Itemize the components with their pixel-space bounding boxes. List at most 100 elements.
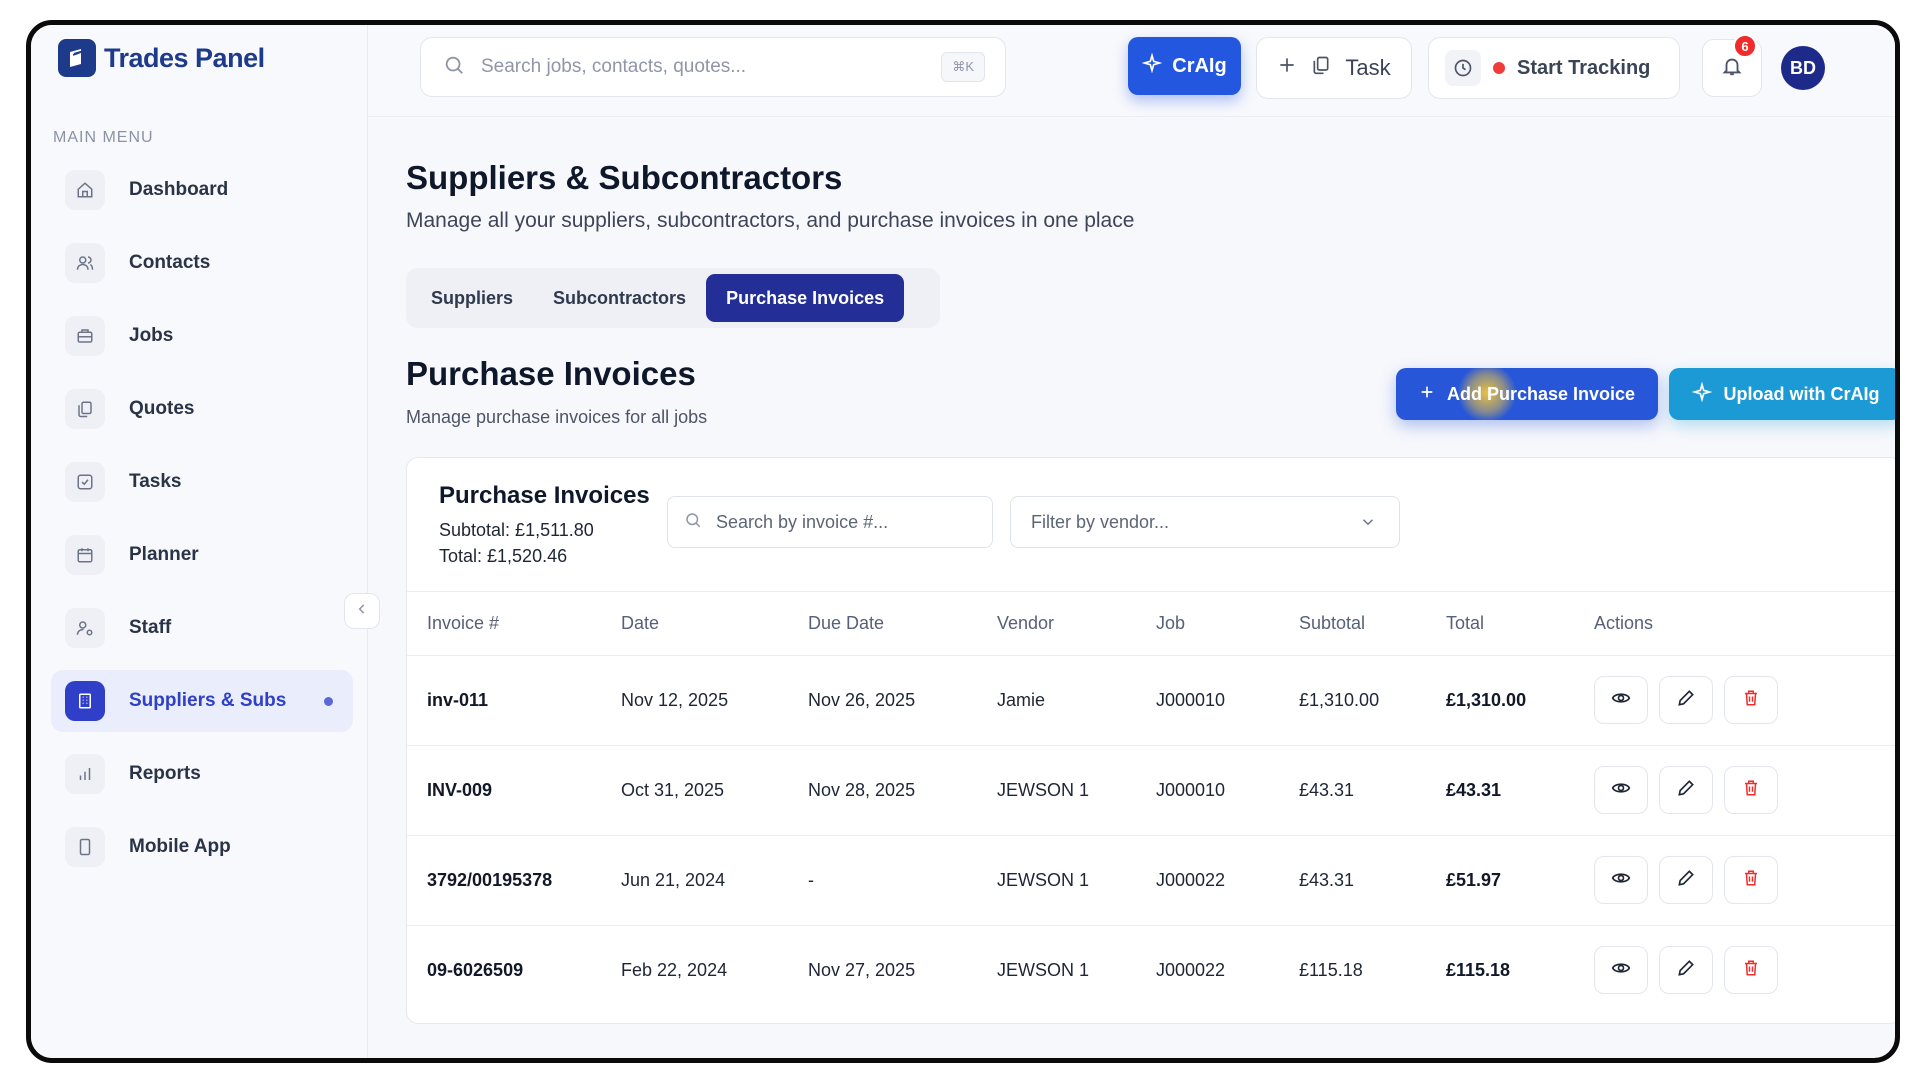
upload-label: Upload with CrAIg — [1723, 383, 1880, 404]
documents-icon — [65, 389, 105, 429]
new-task-button[interactable]: Task — [1256, 37, 1412, 99]
invoice-search-placeholder: Search by invoice #... — [716, 511, 889, 532]
column-header-subtotal[interactable]: Subtotal — [1299, 592, 1446, 655]
sidebar-item-reports[interactable]: Reports — [51, 743, 353, 805]
total: £51.97 — [1446, 869, 1502, 890]
sidebar-item-label: Planner — [129, 544, 199, 565]
brand-logo[interactable]: Trades Panel — [58, 39, 265, 77]
pencil-icon — [1676, 868, 1696, 893]
logo-icon — [58, 39, 96, 77]
global-search-input[interactable]: Search jobs, contacts, quotes... ⌘K — [420, 37, 1006, 97]
vendor: JEWSON 1 — [997, 779, 1090, 800]
edit-button[interactable] — [1659, 676, 1713, 724]
total: £43.31 — [1446, 779, 1502, 800]
sidebar-item-dashboard[interactable]: Dashboard — [51, 159, 353, 221]
table-row[interactable]: 09-6026509 Feb 22, 2024 Nov 27, 2025 JEW… — [407, 925, 1895, 1015]
view-button[interactable] — [1594, 946, 1648, 995]
sidebar-item-label: Suppliers & Subs — [129, 690, 287, 711]
page-title: Suppliers & Subcontractors — [406, 159, 843, 196]
user-avatar[interactable]: BD — [1781, 46, 1825, 90]
sidebar-item-staff[interactable]: Staff — [51, 597, 353, 659]
user-settings-icon — [65, 608, 105, 648]
eye-icon — [1611, 958, 1631, 983]
column-header-invoice[interactable]: Invoice # — [407, 592, 621, 655]
job: J000010 — [1156, 779, 1226, 800]
edit-button[interactable] — [1659, 766, 1713, 814]
search-placeholder: Search jobs, contacts, quotes... — [481, 56, 747, 77]
invoice-date: Feb 22, 2024 — [621, 959, 728, 980]
building-icon — [65, 681, 105, 721]
invoice-number: 09-6026509 — [427, 959, 524, 980]
invoice-number: 3792/00195378 — [427, 869, 553, 890]
view-button[interactable] — [1594, 676, 1648, 724]
column-header-total[interactable]: Total — [1446, 592, 1594, 655]
column-header-date[interactable]: Date — [621, 592, 808, 655]
table-row[interactable]: INV-009 Oct 31, 2025 Nov 28, 2025 JEWSON… — [407, 745, 1895, 835]
top-bar: Search jobs, contacts, quotes... ⌘K CrAI… — [368, 25, 1895, 117]
vendor: JEWSON 1 — [997, 959, 1090, 980]
delete-button[interactable] — [1724, 766, 1778, 814]
tab-purchase-invoices[interactable]: Purchase Invoices — [706, 274, 905, 322]
sidebar-item-planner[interactable]: Planner — [51, 524, 353, 586]
delete-button[interactable] — [1724, 676, 1778, 724]
tracking-label: Start Tracking — [1517, 56, 1651, 79]
subtotal-summary: Subtotal: £1,511.80 — [439, 520, 594, 540]
sidebar-item-quotes[interactable]: Quotes — [51, 378, 353, 440]
sidebar-item-contacts[interactable]: Contacts — [51, 232, 353, 294]
clipboard-icon — [1311, 54, 1331, 82]
craig-label: CrAIg — [1172, 54, 1227, 77]
table-row[interactable]: 3792/00195378 Jun 21, 2024 - JEWSON 1 J0… — [407, 835, 1895, 925]
craig-button[interactable]: CrAIg — [1128, 37, 1241, 95]
sidebar: Trades Panel MAIN MENU Dashboard Contact… — [31, 25, 368, 1058]
collapse-sidebar-button[interactable] — [344, 593, 380, 629]
tab-bar: Suppliers Subcontractors Purchase Invoic… — [406, 268, 940, 328]
notifications-button[interactable]: 6 — [1702, 34, 1762, 97]
search-icon — [443, 54, 465, 81]
notification-count-badge: 6 — [1733, 34, 1757, 58]
sidebar-item-label: Staff — [129, 617, 172, 638]
edit-button[interactable] — [1659, 946, 1713, 995]
tab-subcontractors[interactable]: Subcontractors — [533, 274, 706, 322]
search-icon — [684, 511, 702, 534]
vendor-filter-placeholder: Filter by vendor... — [1031, 511, 1170, 532]
view-button[interactable] — [1594, 856, 1648, 904]
invoice-number: inv-011 — [427, 689, 489, 710]
briefcase-icon — [65, 316, 105, 356]
add-invoice-label: Add Purchase Invoice — [1446, 383, 1636, 404]
sidebar-item-suppliers-subs[interactable]: Suppliers & Subs — [51, 670, 353, 732]
active-indicator — [324, 697, 333, 706]
sidebar-item-mobile-app[interactable]: Mobile App — [51, 816, 353, 878]
job: J000022 — [1156, 959, 1226, 980]
pencil-icon — [1676, 778, 1696, 803]
table-header-row: Invoice # Date Due Date Vendor Job Subto… — [407, 592, 1895, 655]
sidebar-item-tasks[interactable]: Tasks — [51, 451, 353, 513]
pencil-icon — [1676, 688, 1696, 713]
invoice-date: Jun 21, 2024 — [621, 869, 726, 890]
tab-suppliers[interactable]: Suppliers — [411, 274, 533, 322]
column-header-vendor[interactable]: Vendor — [997, 592, 1156, 655]
plus-icon — [1277, 55, 1297, 81]
add-purchase-invoice-button[interactable]: Add Purchase Invoice — [1396, 368, 1658, 420]
sidebar-item-jobs[interactable]: Jobs — [51, 305, 353, 367]
column-header-due-date[interactable]: Due Date — [808, 592, 997, 655]
keyboard-shortcut-badge: ⌘K — [941, 52, 985, 82]
table-row[interactable]: inv-011 Nov 12, 2025 Nov 26, 2025 Jamie … — [407, 655, 1895, 745]
delete-button[interactable] — [1724, 856, 1778, 904]
due-date: Nov 27, 2025 — [808, 959, 916, 980]
job: J000010 — [1156, 689, 1226, 710]
delete-button[interactable] — [1724, 946, 1778, 995]
view-button[interactable] — [1594, 766, 1648, 814]
trash-icon — [1742, 779, 1760, 802]
start-tracking-button[interactable]: Start Tracking — [1428, 37, 1680, 99]
page-subtitle: Manage all your suppliers, subcontractor… — [406, 209, 1135, 232]
vendor-filter-select[interactable]: Filter by vendor... — [1010, 496, 1400, 548]
upload-with-craig-button[interactable]: Upload with CrAIg — [1669, 368, 1895, 420]
check-square-icon — [65, 462, 105, 502]
trash-icon — [1742, 959, 1760, 982]
app-window: Trades Panel MAIN MENU Dashboard Contact… — [26, 20, 1900, 1063]
sparkles-icon — [1141, 52, 1163, 79]
column-header-job[interactable]: Job — [1156, 592, 1299, 655]
edit-button[interactable] — [1659, 856, 1713, 904]
home-icon — [65, 170, 105, 210]
invoice-search-input[interactable]: Search by invoice #... — [667, 496, 993, 548]
